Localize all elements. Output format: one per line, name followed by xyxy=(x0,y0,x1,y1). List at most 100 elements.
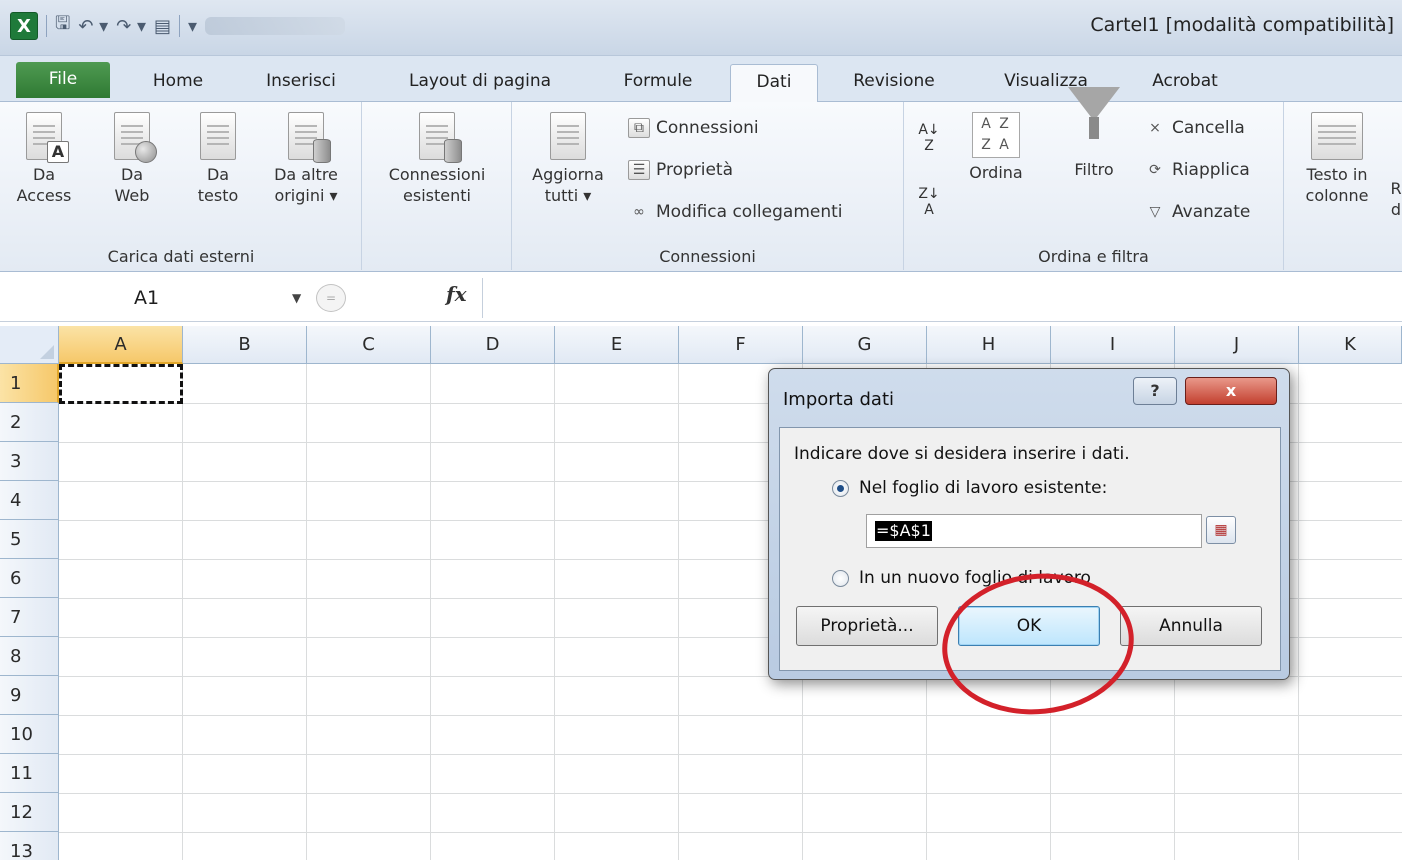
formula-bar: A1 ▼ = fx xyxy=(0,274,1402,322)
column-header-d[interactable]: D xyxy=(431,326,555,364)
name-box[interactable]: A1 xyxy=(0,281,310,315)
tab-formule[interactable]: Formule xyxy=(600,64,716,102)
sort-dialog-icon: A ZZ A xyxy=(972,112,1020,158)
existing-connections-icon xyxy=(419,112,462,163)
reference-input[interactable]: =$A$1 xyxy=(866,514,1202,548)
name-box-dropdown-icon[interactable]: ▼ xyxy=(292,291,301,305)
row-header-9[interactable]: 9 xyxy=(0,676,59,715)
tab-home[interactable]: Home xyxy=(128,64,228,102)
filtro-button[interactable]: Filtro xyxy=(1054,87,1134,180)
da-access-button[interactable]: A Da Access xyxy=(12,112,76,206)
quick-access-toolbar: X 🖫 ↶ ▾ ↷ ▾ ▤ ▾ xyxy=(10,12,346,40)
connessioni-esistenti-button[interactable]: Connessioni esistenti xyxy=(370,112,504,206)
reapply-icon: ⟳ xyxy=(1149,162,1161,178)
cut-off-button[interactable]: R d xyxy=(1390,178,1402,220)
group-carica-dati-esterni: A Da Access Da Web Da testo Da altre ori… xyxy=(0,102,362,270)
tab-inserisci[interactable]: Inserisci xyxy=(246,64,356,102)
grid-line xyxy=(59,832,1402,833)
radio-existing-label: Nel foglio di lavoro esistente: xyxy=(859,478,1108,498)
tab-revisione[interactable]: Revisione xyxy=(832,64,956,102)
modifica-collegamenti-button[interactable]: ∞ Modifica collegamenti xyxy=(628,202,842,222)
column-header-f[interactable]: F xyxy=(679,326,803,364)
sort-desc-icon: Z↓ A xyxy=(918,186,940,218)
proprieta-dialog-button[interactable]: Proprietà... xyxy=(796,606,938,646)
row-header-1[interactable]: 1 xyxy=(0,364,59,403)
range-picker-icon[interactable]: ▦ xyxy=(1206,516,1236,544)
da-web-button[interactable]: Da Web xyxy=(100,112,164,206)
column-header-c[interactable]: C xyxy=(307,326,431,364)
active-cell-a1[interactable] xyxy=(59,364,183,404)
ordina-button[interactable]: A ZZ A Ordina xyxy=(956,112,1036,183)
cancella-label: Cancella xyxy=(1172,118,1245,138)
formula-cancel-button[interactable]: = xyxy=(316,284,346,312)
row-header-7[interactable]: 7 xyxy=(0,598,59,637)
avanzate-button[interactable]: ▽ Avanzate xyxy=(1144,202,1251,222)
tab-dati[interactable]: Dati xyxy=(730,64,818,103)
row-header-11[interactable]: 11 xyxy=(0,754,59,793)
cut-off-line2: d xyxy=(1390,200,1402,219)
sort-a-z-button[interactable]: A↓ Z xyxy=(914,122,944,154)
close-button[interactable]: x xyxy=(1185,377,1277,405)
cancella-button[interactable]: ⨯ Cancella xyxy=(1144,118,1245,138)
column-header-j[interactable]: J xyxy=(1175,326,1299,364)
aggiorna-line2: tutti ▾ xyxy=(544,186,592,205)
row-header-12[interactable]: 12 xyxy=(0,793,59,832)
grid-line xyxy=(306,364,307,860)
customize-qat-icon[interactable]: ▾ xyxy=(188,12,197,40)
select-all-corner[interactable] xyxy=(0,326,59,364)
formula-input[interactable] xyxy=(490,282,1390,314)
help-button[interactable]: ? xyxy=(1133,377,1177,405)
link-icon: ∞ xyxy=(633,204,645,220)
undo-icon[interactable]: ↶ ▾ xyxy=(78,12,108,40)
clear-filter-icon: ⨯ xyxy=(1149,120,1161,136)
aggiorna-tutti-button[interactable]: Aggiorna tutti ▾ xyxy=(520,112,616,206)
group-connessioni-esistenti: Connessioni esistenti xyxy=(362,102,512,270)
row-header-10[interactable]: 10 xyxy=(0,715,59,754)
blurred-region xyxy=(205,17,346,35)
testo-in-colonne-button[interactable]: Testo in colonne xyxy=(1292,112,1382,206)
da-testo-button[interactable]: Da testo xyxy=(180,112,256,206)
column-header-g[interactable]: G xyxy=(803,326,927,364)
row-header-4[interactable]: 4 xyxy=(0,481,59,520)
insert-function-icon[interactable]: fx xyxy=(446,282,467,306)
excel-logo-icon[interactable]: X xyxy=(10,12,38,40)
tab-layout-di-pagina[interactable]: Layout di pagina xyxy=(380,64,580,102)
form-icon[interactable]: ▤ xyxy=(154,12,171,40)
text-file-icon xyxy=(200,112,236,160)
group-ordina-e-filtra: A↓ Z Z↓ A A ZZ A Ordina Filtro ⨯ Cancella … xyxy=(904,87,1284,270)
reference-value: =$A$1 xyxy=(875,521,932,541)
column-header-k[interactable]: K xyxy=(1299,326,1402,364)
column-header-b[interactable]: B xyxy=(183,326,307,364)
column-header-i[interactable]: I xyxy=(1051,326,1175,364)
document-title: Cartel1 [modalità compatibilità] xyxy=(1090,14,1394,36)
sort-asc-icon: A↓ Z xyxy=(918,122,940,154)
row-header-8[interactable]: 8 xyxy=(0,637,59,676)
connessioni-button[interactable]: ⧉ Connessioni xyxy=(628,118,759,138)
connessioni-label: Connessioni xyxy=(656,118,759,138)
annulla-button[interactable]: Annulla xyxy=(1120,606,1262,646)
save-icon[interactable]: 🖫 xyxy=(55,12,70,40)
row-header-5[interactable]: 5 xyxy=(0,520,59,559)
sort-z-a-button[interactable]: Z↓ A xyxy=(914,186,944,218)
testo-colonne-line2: colonne xyxy=(1305,186,1369,205)
radio-existing-sheet[interactable]: Nel foglio di lavoro esistente: xyxy=(832,478,1107,498)
aggiorna-line1: Aggiorna xyxy=(532,165,604,184)
column-header-e[interactable]: E xyxy=(555,326,679,364)
riapplica-button[interactable]: ⟳ Riapplica xyxy=(1144,160,1250,180)
riapplica-label: Riapplica xyxy=(1172,160,1250,180)
column-header-h[interactable]: H xyxy=(927,326,1051,364)
redo-icon[interactable]: ↷ ▾ xyxy=(116,12,146,40)
row-header-13[interactable]: 13 xyxy=(0,832,59,860)
tab-acrobat[interactable]: Acrobat xyxy=(1130,64,1240,102)
proprieta-button[interactable]: ☰ Proprietà xyxy=(628,160,733,180)
radio-selected-icon xyxy=(832,479,849,497)
da-altre-origini-button[interactable]: Da altre origini ▾ xyxy=(260,112,352,206)
ribbon-tabs: File Home Inserisci Layout di pagina For… xyxy=(0,56,1402,103)
ordina-label: Ordina xyxy=(969,163,1023,182)
grid-line xyxy=(1298,364,1299,860)
tab-file[interactable]: File xyxy=(16,62,110,98)
row-header-6[interactable]: 6 xyxy=(0,559,59,598)
column-header-a[interactable]: A xyxy=(59,326,183,364)
row-header-2[interactable]: 2 xyxy=(0,403,59,442)
row-header-3[interactable]: 3 xyxy=(0,442,59,481)
